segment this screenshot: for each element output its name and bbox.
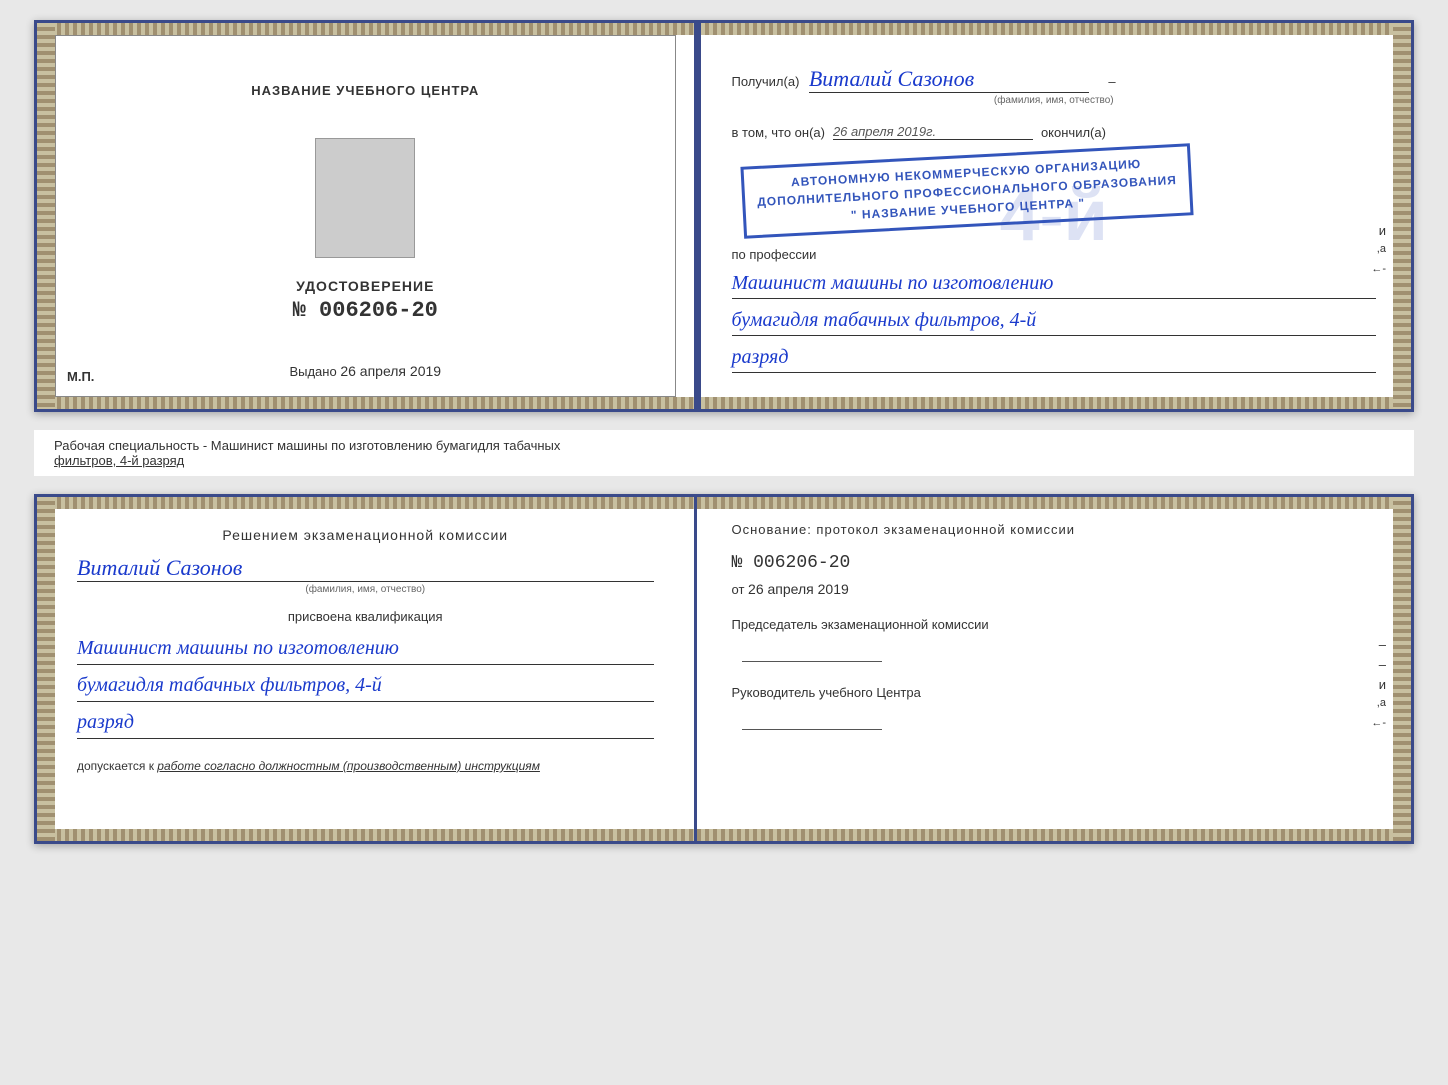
exam-commission-title: Решением экзаменационной комиссии: [77, 527, 654, 543]
okoncil-label: окончил(а): [1041, 125, 1106, 140]
dopusk-section: допускается к работе согласно должностны…: [77, 759, 654, 773]
osnov-label: Основание: протокол экзаменационной коми…: [732, 522, 1376, 537]
cert-right-page: 4-й Получил(а) Виталий Сазонов – (фамили…: [697, 23, 1411, 409]
profession-line2: бумагидля табачных фильтров, 4-й: [732, 305, 1376, 336]
chairman-label: Председатель экзаменационной комиссии: [732, 617, 1376, 632]
cert-left-page: НАЗВАНИЕ УЧЕБНОГО ЦЕНТРА УДОСТОВЕРЕНИЕ №…: [37, 23, 697, 409]
cert-number-section: УДОСТОВЕРЕНИЕ № 006206-20: [293, 278, 438, 323]
issued-date: 26 апреля 2019: [340, 363, 441, 379]
photo-placeholder: [315, 138, 415, 258]
bottom-qualification-section: Машинист машины по изготовлению бумагидл…: [77, 632, 654, 739]
profession-line1: Машинист машины по изготовлению: [732, 268, 1376, 299]
cert-number: № 006206-20: [293, 298, 438, 323]
profession-section: по профессии Машинист машины по изготовл…: [732, 247, 1376, 373]
bottom-cert-left: Решением экзаменационной комиссии Витали…: [37, 497, 697, 841]
bottom-fio-label: (фамилия, имя, отчество): [77, 584, 654, 595]
info-text-underlined: фильтров, 4-й разряд: [54, 453, 184, 468]
vtom-date: 26 апреля 2019г.: [833, 124, 1033, 140]
mp-label: М.П.: [67, 369, 94, 384]
recipient-name: Виталий Сазонов: [809, 66, 1089, 93]
recipient-prefix: Получил(а): [732, 74, 800, 89]
school-name-title: НАЗВАНИЕ УЧЕБНОГО ЦЕНТРА: [251, 83, 479, 98]
right-label-a: ,а: [1377, 243, 1386, 255]
org-stamp: АВТОНОМНУЮ НЕКОММЕРЧЕСКУЮ ОРГАНИЗАЦИЮ ДО…: [740, 143, 1193, 238]
mp-section: М.П.: [67, 369, 94, 384]
recipient-section: Получил(а) Виталий Сазонов – (фамилия, и…: [732, 66, 1376, 106]
org-stamp-section: АВТОНОМНУЮ НЕКОММЕРЧЕСКУЮ ОРГАНИЗАЦИЮ ДО…: [732, 150, 1376, 227]
right2-label-i: и: [1379, 677, 1386, 692]
qual-line3: разряд: [77, 706, 654, 739]
chairman-signature-line: [742, 661, 882, 662]
issued-section: Выдано 26 апреля 2019: [289, 363, 441, 379]
po-professii-label: по профессии: [732, 247, 1376, 262]
issued-label: Выдано: [289, 364, 336, 379]
dash-symbol: –: [1108, 74, 1115, 89]
bottom-cert-right: Основание: протокол экзаменационной коми…: [697, 497, 1411, 841]
protocol-number: № 006206-20: [732, 553, 1376, 573]
bottom-recipient-name: Виталий Сазонов: [77, 555, 654, 582]
vtom-prefix: в том, что он(а): [732, 125, 825, 140]
bottom-name-section: Виталий Сазонов (фамилия, имя, отчество): [77, 555, 654, 595]
right2-label-arrow: ←-: [1371, 717, 1386, 729]
right2-label-dash2: –: [1379, 657, 1386, 672]
fio-label: (фамилия, имя, отчество): [732, 95, 1376, 106]
left-decorative-strip: [37, 23, 55, 409]
vtom-section: в том, что он(а) 26 апреля 2019г. окончи…: [732, 124, 1376, 140]
rukov-section: Руководитель учебного Центра: [732, 685, 1376, 733]
bottom-certificate: Решением экзаменационной комиссии Витали…: [34, 494, 1414, 844]
right2-label-a: ,а: [1377, 697, 1386, 709]
top-certificate: НАЗВАНИЕ УЧЕБНОГО ЦЕНТРА УДОСТОВЕРЕНИЕ №…: [34, 20, 1414, 412]
right-label-arrow: ←-: [1371, 263, 1386, 275]
profession-line3: разряд: [732, 342, 1376, 373]
right-decorative-strip: [1393, 23, 1411, 409]
dopusk-prefix: допускается к: [77, 759, 154, 773]
right2-label-dash1: –: [1379, 637, 1386, 652]
dopusk-text: работе согласно должностным (производств…: [157, 759, 540, 773]
ot-label: от: [732, 582, 745, 597]
right-label-i: и: [1379, 223, 1386, 238]
prisvoena-label: присвоена квалификация: [77, 609, 654, 624]
ot-date-value: 26 апреля 2019: [748, 581, 849, 597]
cert-type-label: УДОСТОВЕРЕНИЕ: [293, 278, 438, 294]
qual-line2: бумагидля табачных фильтров, 4-й: [77, 669, 654, 702]
chairman-section: Председатель экзаменационной комиссии: [732, 617, 1376, 665]
qual-line1: Машинист машины по изготовлению: [77, 632, 654, 665]
bottom-left-strip: [37, 497, 55, 841]
rukov-signature-line: [742, 729, 882, 730]
bottom-right-strip: [1393, 497, 1411, 841]
ot-date-section: от 26 апреля 2019: [732, 581, 1376, 597]
info-bar: Рабочая специальность - Машинист машины …: [34, 430, 1414, 476]
rukov-label: Руководитель учебного Центра: [732, 685, 1376, 700]
info-text-start: Рабочая специальность - Машинист машины …: [54, 438, 560, 453]
